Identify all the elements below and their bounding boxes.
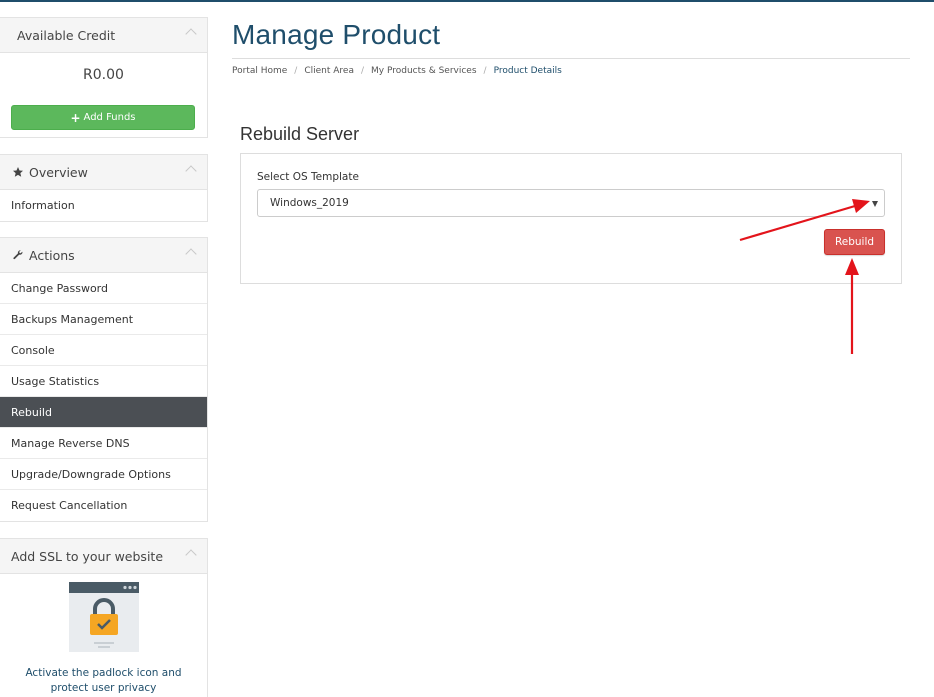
sidebar-item-label: Request Cancellation (11, 499, 128, 512)
sidebar-item-label: Change Password (11, 281, 108, 295)
breadcrumb-products-services[interactable]: My Products & Services (371, 66, 477, 76)
ssl-promo-link[interactable]: Activate the padlock icon and protect us… (0, 666, 207, 696)
sidebar-item-change-password[interactable]: Change Password (0, 273, 207, 304)
chevron-up-icon[interactable] (185, 248, 197, 260)
os-template-select[interactable]: Windows_2019 (257, 189, 885, 217)
section-title: Rebuild Server (240, 124, 360, 144)
title-divider (232, 58, 910, 59)
os-template-label: Select OS Template (257, 171, 359, 183)
actions-panel: Actions Change Password Backups Manageme… (0, 237, 208, 522)
caret-down-icon[interactable] (872, 201, 878, 207)
sidebar-item-label: Manage Reverse DNS (11, 436, 130, 450)
wrench-icon (11, 249, 24, 262)
overview-panel-header[interactable]: Overview (0, 155, 207, 190)
credit-panel-header[interactable]: Available Credit (0, 18, 207, 53)
breadcrumb: Portal Home / Client Area / My Products … (232, 66, 562, 76)
sidebar-item-label: Information (11, 199, 75, 212)
ssl-body: Activate the padlock icon and protect us… (0, 574, 207, 696)
breadcrumb-separator: / (294, 66, 298, 76)
sidebar-item-label: Usage Statistics (11, 374, 100, 388)
chevron-up-icon[interactable] (185, 28, 197, 40)
credit-amount: R0.00 (83, 67, 124, 83)
ssl-panel-header[interactable]: Add SSL to your website (0, 539, 207, 574)
sidebar-item-label: Upgrade/Downgrade Options (11, 467, 171, 481)
plus-icon: + (70, 110, 81, 125)
credit-heading: Available Credit (17, 27, 116, 43)
chevron-up-icon[interactable] (185, 165, 197, 177)
actions-panel-header[interactable]: Actions (0, 238, 207, 273)
rebuild-button[interactable]: Rebuild (824, 229, 885, 255)
sidebar-item-information[interactable]: Information (0, 190, 207, 221)
breadcrumb-portal-home[interactable]: Portal Home (232, 66, 287, 76)
add-funds-button[interactable]: + Add Funds (11, 105, 195, 130)
breadcrumb-current: Product Details (493, 66, 562, 76)
breadcrumb-separator: / (483, 66, 487, 76)
actions-heading: Actions (29, 247, 75, 263)
ssl-panel: Add SSL to your website Activate the pad… (0, 538, 208, 697)
sidebar-item-label: Console (11, 343, 55, 357)
breadcrumb-client-area[interactable]: Client Area (304, 66, 354, 76)
overview-heading: Overview (29, 164, 88, 180)
sidebar-item-upgrade-downgrade[interactable]: Upgrade/Downgrade Options (0, 459, 207, 490)
page-title: Manage Product (232, 19, 441, 50)
sidebar-item-request-cancellation[interactable]: Request Cancellation (0, 490, 207, 521)
sidebar-item-rebuild[interactable]: Rebuild (0, 397, 207, 428)
ssl-heading: Add SSL to your website (11, 548, 164, 564)
add-funds-label: Add Funds (83, 112, 136, 123)
os-template-value: Windows_2019 (270, 197, 349, 209)
sidebar-item-console[interactable]: Console (0, 335, 207, 366)
star-icon (11, 166, 24, 179)
chevron-up-icon[interactable] (185, 549, 197, 561)
breadcrumb-separator: / (360, 66, 365, 76)
padlock-browser-icon[interactable] (68, 582, 139, 652)
sidebar-item-backups-management[interactable]: Backups Management (0, 304, 207, 335)
sidebar-item-manage-reverse-dns[interactable]: Manage Reverse DNS (0, 428, 207, 459)
sidebar-item-label: Rebuild (11, 405, 52, 419)
credit-panel: Available Credit R0.00 + Add Funds (0, 17, 208, 138)
sidebar-item-usage-statistics[interactable]: Usage Statistics (0, 366, 207, 397)
overview-panel: Overview Information (0, 154, 208, 222)
sidebar-item-label: Backups Management (11, 312, 134, 326)
top-border (0, 0, 934, 2)
